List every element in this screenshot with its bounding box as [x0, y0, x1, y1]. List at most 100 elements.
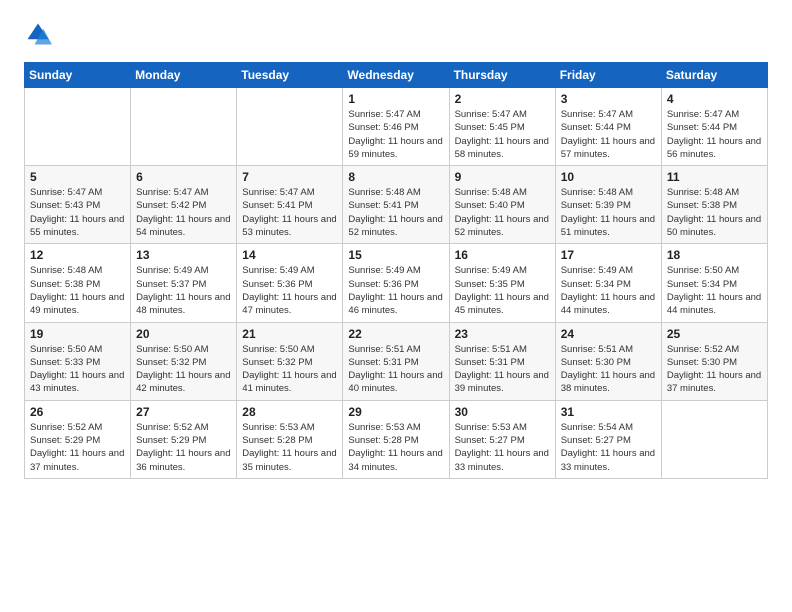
- day-info: Sunrise: 5:51 AM Sunset: 5:31 PM Dayligh…: [455, 343, 550, 396]
- calendar-cell: 9Sunrise: 5:48 AM Sunset: 5:40 PM Daylig…: [449, 166, 555, 244]
- calendar-cell: 16 Sunrise: 5:49 AM Sunset: 5:35 PM Dayli…: [449, 244, 555, 322]
- day-info: Sunrise: 5:48 AM Sunset: 5:38 PM Dayligh…: [667, 186, 762, 239]
- day-info: Sunrise: 5:47 AM Sunset: 5:44 PM Dayligh…: [561, 108, 656, 161]
- day-info: Sunrise: 5:53 AM Sunset: 5:28 PM Dayligh…: [348, 421, 443, 474]
- calendar-cell: 8 Sunrise: 5:48 AM Sunset: 5:41 PM Daylig…: [343, 166, 449, 244]
- day-number: 28: [242, 405, 337, 419]
- day-number: 16: [455, 248, 550, 262]
- day-info: Sunrise: 5:51 AM Sunset: 5:31 PM Dayligh…: [348, 343, 443, 396]
- day-number: 8: [348, 170, 443, 184]
- day-number: 1: [348, 92, 443, 106]
- calendar-cell: [25, 88, 131, 166]
- day-info: Sunrise: 5:48 AM Sunset: 5:41 PM Dayligh…: [348, 186, 443, 239]
- calendar-cell: 28 Sunrise: 5:53 AM Sunset: 5:28 PM Dayli…: [237, 400, 343, 478]
- day-info: Sunrise: 5:52 AM Sunset: 5:29 PM Dayligh…: [136, 421, 231, 474]
- calendar-cell: 21 Sunrise: 5:50 AM Sunset: 5:32 PM Dayli…: [237, 322, 343, 400]
- day-number: 20: [136, 327, 231, 341]
- calendar-cell: 18 Sunrise: 5:50 AM Sunset: 5:34 PM Dayli…: [661, 244, 767, 322]
- day-info: Sunrise: 5:51 AM Sunset: 5:30 PM Dayligh…: [561, 343, 656, 396]
- day-number: 14: [242, 248, 337, 262]
- calendar-cell: 27 Sunrise: 5:52 AM Sunset: 5:29 PM Dayli…: [131, 400, 237, 478]
- calendar-week-row: 12 Sunrise: 5:48 AM Sunset: 5:38 PM Dayli…: [25, 244, 768, 322]
- calendar-cell: 17 Sunrise: 5:49 AM Sunset: 5:34 PM Dayli…: [555, 244, 661, 322]
- calendar-week-row: 26 Sunrise: 5:52 AM Sunset: 5:29 PM Dayli…: [25, 400, 768, 478]
- calendar-cell: 4 Sunrise: 5:47 AM Sunset: 5:44 PM Daylig…: [661, 88, 767, 166]
- day-info: Sunrise: 5:52 AM Sunset: 5:29 PM Dayligh…: [30, 421, 125, 474]
- day-number: 23: [455, 327, 550, 341]
- calendar-week-row: 1 Sunrise: 5:47 AM Sunset: 5:46 PM Daylig…: [25, 88, 768, 166]
- day-number: 2: [455, 92, 550, 106]
- day-number: 13: [136, 248, 231, 262]
- calendar-cell: 13Sunrise: 5:49 AM Sunset: 5:37 PM Dayli…: [131, 244, 237, 322]
- calendar: SundayMondayTuesdayWednesdayThursdayFrid…: [24, 62, 768, 479]
- logo: [24, 20, 56, 48]
- page: SundayMondayTuesdayWednesdayThursdayFrid…: [0, 0, 792, 499]
- day-info: Sunrise: 5:47 AM Sunset: 5:42 PM Dayligh…: [136, 186, 231, 239]
- day-number: 11: [667, 170, 762, 184]
- day-number: 6: [136, 170, 231, 184]
- day-info: Sunrise: 5:53 AM Sunset: 5:27 PM Dayligh…: [455, 421, 550, 474]
- day-info: Sunrise: 5:49 AM Sunset: 5:36 PM Dayligh…: [348, 264, 443, 317]
- col-header-friday: Friday: [555, 63, 661, 88]
- day-info: Sunrise: 5:48 AM Sunset: 5:38 PM Dayligh…: [30, 264, 125, 317]
- day-info: Sunrise: 5:47 AM Sunset: 5:44 PM Dayligh…: [667, 108, 762, 161]
- day-info: Sunrise: 5:49 AM Sunset: 5:36 PM Dayligh…: [242, 264, 337, 317]
- calendar-cell: 19 Sunrise: 5:50 AM Sunset: 5:33 PM Dayli…: [25, 322, 131, 400]
- day-info: Sunrise: 5:50 AM Sunset: 5:34 PM Dayligh…: [667, 264, 762, 317]
- day-number: 30: [455, 405, 550, 419]
- day-number: 25: [667, 327, 762, 341]
- day-info: Sunrise: 5:47 AM Sunset: 5:41 PM Dayligh…: [242, 186, 337, 239]
- calendar-cell: 30 Sunrise: 5:53 AM Sunset: 5:27 PM Dayli…: [449, 400, 555, 478]
- day-info: Sunrise: 5:54 AM Sunset: 5:27 PM Dayligh…: [561, 421, 656, 474]
- calendar-cell: 11 Sunrise: 5:48 AM Sunset: 5:38 PM Dayli…: [661, 166, 767, 244]
- calendar-cell: 7 Sunrise: 5:47 AM Sunset: 5:41 PM Daylig…: [237, 166, 343, 244]
- day-info: Sunrise: 5:49 AM Sunset: 5:34 PM Dayligh…: [561, 264, 656, 317]
- calendar-cell: 24 Sunrise: 5:51 AM Sunset: 5:30 PM Dayli…: [555, 322, 661, 400]
- day-number: 18: [667, 248, 762, 262]
- day-info: Sunrise: 5:52 AM Sunset: 5:30 PM Dayligh…: [667, 343, 762, 396]
- logo-icon: [24, 20, 52, 48]
- col-header-tuesday: Tuesday: [237, 63, 343, 88]
- day-info: Sunrise: 5:48 AM Sunset: 5:39 PM Dayligh…: [561, 186, 656, 239]
- calendar-week-row: 5Sunrise: 5:47 AM Sunset: 5:43 PM Daylig…: [25, 166, 768, 244]
- header: [24, 20, 768, 48]
- day-number: 19: [30, 327, 125, 341]
- calendar-header-row: SundayMondayTuesdayWednesdayThursdayFrid…: [25, 63, 768, 88]
- calendar-cell: 14 Sunrise: 5:49 AM Sunset: 5:36 PM Dayli…: [237, 244, 343, 322]
- calendar-cell: 25 Sunrise: 5:52 AM Sunset: 5:30 PM Dayli…: [661, 322, 767, 400]
- col-header-thursday: Thursday: [449, 63, 555, 88]
- day-number: 4: [667, 92, 762, 106]
- day-number: 31: [561, 405, 656, 419]
- col-header-monday: Monday: [131, 63, 237, 88]
- calendar-cell: 10Sunrise: 5:48 AM Sunset: 5:39 PM Dayli…: [555, 166, 661, 244]
- col-header-sunday: Sunday: [25, 63, 131, 88]
- calendar-cell: 12 Sunrise: 5:48 AM Sunset: 5:38 PM Dayli…: [25, 244, 131, 322]
- calendar-cell: 22 Sunrise: 5:51 AM Sunset: 5:31 PM Dayli…: [343, 322, 449, 400]
- day-info: Sunrise: 5:49 AM Sunset: 5:35 PM Dayligh…: [455, 264, 550, 317]
- calendar-cell: 6 Sunrise: 5:47 AM Sunset: 5:42 PM Daylig…: [131, 166, 237, 244]
- day-number: 26: [30, 405, 125, 419]
- day-info: Sunrise: 5:47 AM Sunset: 5:46 PM Dayligh…: [348, 108, 443, 161]
- calendar-cell: 26 Sunrise: 5:52 AM Sunset: 5:29 PM Dayli…: [25, 400, 131, 478]
- calendar-cell: 15 Sunrise: 5:49 AM Sunset: 5:36 PM Dayli…: [343, 244, 449, 322]
- day-number: 17: [561, 248, 656, 262]
- day-number: 21: [242, 327, 337, 341]
- day-info: Sunrise: 5:50 AM Sunset: 5:32 PM Dayligh…: [242, 343, 337, 396]
- calendar-cell: 5Sunrise: 5:47 AM Sunset: 5:43 PM Daylig…: [25, 166, 131, 244]
- col-header-wednesday: Wednesday: [343, 63, 449, 88]
- day-info: Sunrise: 5:47 AM Sunset: 5:43 PM Dayligh…: [30, 186, 125, 239]
- day-info: Sunrise: 5:48 AM Sunset: 5:40 PM Dayligh…: [455, 186, 550, 239]
- day-info: Sunrise: 5:53 AM Sunset: 5:28 PM Dayligh…: [242, 421, 337, 474]
- day-number: 27: [136, 405, 231, 419]
- day-number: 15: [348, 248, 443, 262]
- day-info: Sunrise: 5:47 AM Sunset: 5:45 PM Dayligh…: [455, 108, 550, 161]
- day-number: 29: [348, 405, 443, 419]
- calendar-cell: [237, 88, 343, 166]
- col-header-saturday: Saturday: [661, 63, 767, 88]
- day-number: 24: [561, 327, 656, 341]
- day-number: 22: [348, 327, 443, 341]
- day-info: Sunrise: 5:50 AM Sunset: 5:33 PM Dayligh…: [30, 343, 125, 396]
- calendar-cell: 31 Sunrise: 5:54 AM Sunset: 5:27 PM Dayli…: [555, 400, 661, 478]
- day-number: 7: [242, 170, 337, 184]
- day-number: 12: [30, 248, 125, 262]
